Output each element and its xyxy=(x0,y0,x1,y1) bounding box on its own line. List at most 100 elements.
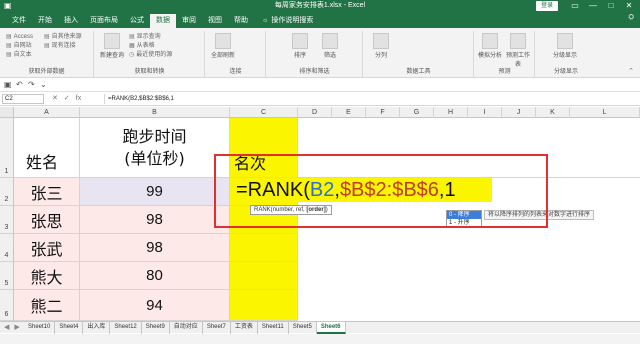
minimize-button[interactable]: — xyxy=(584,0,602,12)
tab-page-layout[interactable]: 页面布局 xyxy=(84,14,124,28)
columns-icon xyxy=(373,33,389,49)
cell-b3[interactable]: 98 xyxy=(80,206,230,234)
tab-help[interactable]: 帮助 xyxy=(228,14,254,28)
cell-c6[interactable] xyxy=(230,290,298,321)
from-table-button[interactable]: ▦ 从表格 xyxy=(129,42,172,51)
ribbon: ▤ Access ▤ 自网站 ▤ 自文本 ▤ 自其他来源 ▤ 现有连接 获取外部数据 新建… xyxy=(0,28,640,78)
row-header-6[interactable]: 6 xyxy=(0,290,14,321)
sheet-tab-sheet7[interactable]: Sheet7 xyxy=(203,322,231,334)
sheet-tab-sheet9[interactable]: Sheet9 xyxy=(142,322,170,334)
sheet-tab-auto-match[interactable]: 自动对应 xyxy=(170,322,203,334)
query-icon xyxy=(104,33,120,49)
column-header-b[interactable]: B xyxy=(80,107,230,118)
customize-toolbar-icon[interactable]: ⌄ xyxy=(40,80,47,90)
cell-c4[interactable] xyxy=(230,234,298,262)
cancel-icon[interactable]: ✕ xyxy=(52,94,58,104)
ribbon-display-icon[interactable]: ▭ xyxy=(566,0,584,12)
cell-c5[interactable] xyxy=(230,262,298,290)
show-queries-button[interactable]: ▤ 显示查询 xyxy=(129,33,172,42)
header-time-line1: 跑步时间 xyxy=(122,126,187,146)
row-header-2[interactable]: 2 xyxy=(0,178,14,206)
cell-b4[interactable]: 98 xyxy=(80,234,230,262)
from-text-button[interactable]: ▤ 自文本 xyxy=(6,51,33,60)
enter-icon[interactable]: ✓ xyxy=(64,94,70,104)
new-query-button[interactable]: 新建查询 xyxy=(99,33,125,59)
cell-a3[interactable]: 张思 xyxy=(14,206,80,234)
select-all-corner[interactable] xyxy=(0,107,14,118)
cell-a6[interactable]: 熊二 xyxy=(14,290,80,321)
row-header-1[interactable]: 1 xyxy=(0,118,14,178)
column-header-i[interactable]: I xyxy=(468,107,502,118)
prev-sheet-icon[interactable]: ◀ xyxy=(4,323,9,333)
column-header-e[interactable]: E xyxy=(332,107,366,118)
cell-b1[interactable]: 跑步时间 (单位秒) xyxy=(80,118,230,178)
sheet-tab-sheet6[interactable]: Sheet6 xyxy=(316,322,346,334)
sheet-tab-inout[interactable]: 出入库 xyxy=(83,322,111,334)
column-header-k[interactable]: K xyxy=(536,107,570,118)
save-icon[interactable]: ▣ xyxy=(4,80,12,90)
column-header-a[interactable]: A xyxy=(14,107,80,118)
undo-icon[interactable]: ↶ xyxy=(16,80,23,90)
column-header-f[interactable]: F xyxy=(366,107,400,118)
column-header-g[interactable]: G xyxy=(400,107,434,118)
column-header-l[interactable]: L xyxy=(570,107,640,118)
row-header-4[interactable]: 4 xyxy=(0,234,14,262)
cell-a5[interactable]: 熊大 xyxy=(14,262,80,290)
filter-button[interactable]: 筛选 xyxy=(317,33,343,59)
login-button[interactable]: 登录 xyxy=(536,1,558,11)
function-icon[interactable]: fx xyxy=(76,94,81,104)
column-header-j[interactable]: J xyxy=(502,107,536,118)
refresh-all-button[interactable]: 全部刷新 xyxy=(210,33,236,59)
sort-button[interactable]: 排序 xyxy=(287,33,313,59)
cell-a1[interactable]: 姓名 xyxy=(14,118,80,178)
cell-b2[interactable]: 99 xyxy=(80,178,230,206)
what-if-button[interactable]: 模拟分析 xyxy=(477,33,503,59)
access-button[interactable]: ▤ Access xyxy=(6,33,33,42)
tab-home[interactable]: 开始 xyxy=(32,14,58,28)
group-forecast: 模拟分析 预测工作表 预测 xyxy=(475,31,535,77)
outline-button[interactable]: 分级显示 xyxy=(552,33,578,59)
group-label: 连接 xyxy=(229,69,242,75)
cell-b5[interactable]: 80 xyxy=(80,262,230,290)
existing-connections-button[interactable]: ▤ 现有连接 xyxy=(44,42,82,51)
sheet-tab-sheet4[interactable]: Sheet4 xyxy=(55,322,84,334)
other-sources-button[interactable]: ▤ 自其他来源 xyxy=(44,33,82,42)
cell-a4[interactable]: 张武 xyxy=(14,234,80,262)
tab-view[interactable]: 视图 xyxy=(202,14,228,28)
tab-insert[interactable]: 插入 xyxy=(58,14,84,28)
sheet-tab-sheet5[interactable]: Sheet5 xyxy=(289,322,317,334)
sheet-tab-sheet11[interactable]: Sheet11 xyxy=(258,322,289,334)
group-label: 数据工具 xyxy=(406,69,431,75)
close-button[interactable]: ✕ xyxy=(620,0,638,12)
tab-file[interactable]: 文件 xyxy=(6,14,32,28)
name-box[interactable]: C2 xyxy=(2,94,44,104)
connections-icon: ▤ xyxy=(44,43,50,49)
sheet-tab-sheet12[interactable]: Sheet12 xyxy=(110,322,142,334)
row-header-5[interactable]: 5 xyxy=(0,262,14,290)
highlight-frame xyxy=(214,154,548,228)
collapse-ribbon-icon[interactable]: ⌃ xyxy=(628,67,634,75)
cell-a2[interactable]: 张三 xyxy=(14,178,80,206)
column-header-c[interactable]: C xyxy=(230,107,298,118)
tab-formulas[interactable]: 公式 xyxy=(124,14,150,28)
recent-sources-button[interactable]: ◷ 最近使用的源 xyxy=(129,51,172,60)
row-header-3[interactable]: 3 xyxy=(0,206,14,234)
tell-me-search[interactable]: ☼ 操作说明搜索 xyxy=(262,14,313,28)
formula-input[interactable]: =RANK(B2,$B$2:$B$6,1 xyxy=(104,94,638,104)
sheet-tab-payroll[interactable]: 工资表 xyxy=(231,322,258,334)
column-header-h[interactable]: H xyxy=(434,107,468,118)
group-connections: 全部刷新 连接 xyxy=(206,31,266,77)
from-web-button[interactable]: ▤ 自网站 xyxy=(6,42,33,51)
column-header-d[interactable]: D xyxy=(298,107,332,118)
sheet-tab-sheet10[interactable]: Sheet10 xyxy=(24,322,56,334)
maximize-button[interactable]: □ xyxy=(602,0,620,12)
forecast-sheet-button[interactable]: 预测工作表 xyxy=(505,33,531,68)
share-icon[interactable]: ⛭ xyxy=(628,14,634,22)
tab-data[interactable]: 数据 xyxy=(150,14,176,28)
tab-review[interactable]: 审阅 xyxy=(176,14,202,28)
next-sheet-icon[interactable]: ▶ xyxy=(14,323,19,333)
redo-icon[interactable]: ↷ xyxy=(28,80,35,90)
cell-b6[interactable]: 94 xyxy=(80,290,230,321)
text-to-columns-button[interactable]: 分列 xyxy=(368,33,394,59)
database-icon: ▤ xyxy=(6,34,12,40)
